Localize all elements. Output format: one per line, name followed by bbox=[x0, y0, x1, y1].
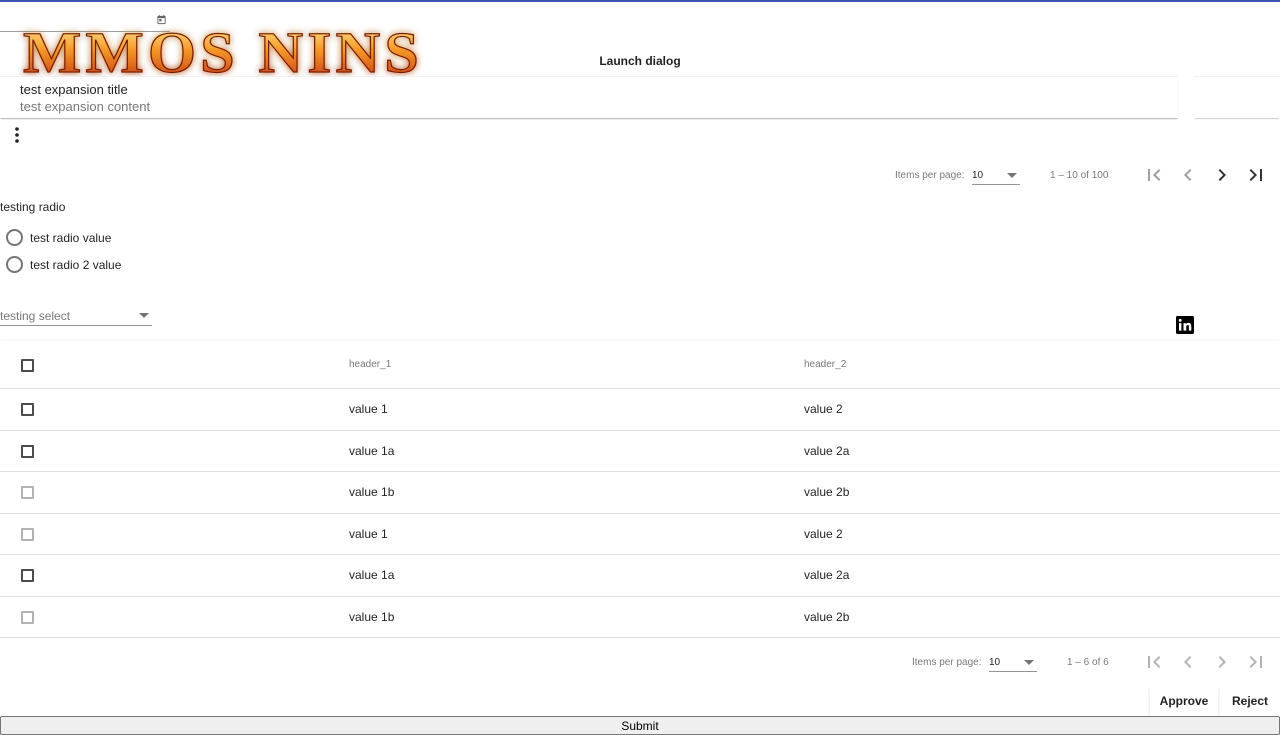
table-cell: value 2b bbox=[804, 609, 850, 624]
table-row[interactable]: value 1a value 2a bbox=[0, 555, 1280, 597]
table-cell: value 2a bbox=[804, 443, 850, 458]
chevron-left-icon[interactable] bbox=[1176, 650, 1200, 674]
page-size-value: 10 bbox=[972, 170, 984, 181]
table-cell: value 1a bbox=[349, 443, 395, 458]
submit-button[interactable]: Submit bbox=[0, 716, 1280, 735]
radio-button[interactable] bbox=[6, 229, 23, 246]
table-cell: value 1 bbox=[349, 402, 388, 416]
table-row[interactable]: value 1a value 2a bbox=[0, 431, 1280, 472]
column-header[interactable]: header_2 bbox=[804, 359, 846, 370]
logo: MMOS NINS bbox=[22, 20, 423, 80]
radio-option[interactable]: test radio value bbox=[6, 228, 206, 248]
row-checkbox[interactable] bbox=[21, 527, 34, 541]
expansion-panel[interactable]: test expansion title test expansion cont… bbox=[0, 76, 1178, 118]
svg-text:MMOS NINS: MMOS NINS bbox=[23, 20, 423, 80]
side-panel bbox=[1194, 76, 1280, 118]
column-header[interactable]: header_1 bbox=[349, 359, 391, 370]
linkedin-icon[interactable] bbox=[1176, 316, 1194, 334]
more-vert-icon[interactable] bbox=[10, 126, 24, 144]
table-row[interactable]: value 1b value 2b bbox=[0, 597, 1280, 638]
table-cell: value 2b bbox=[804, 485, 850, 499]
radio-group-label: testing radio bbox=[0, 200, 66, 214]
chevron-left-icon[interactable] bbox=[1176, 163, 1200, 187]
radio-option[interactable]: test radio 2 value bbox=[6, 255, 206, 275]
table-row[interactable]: value 1 value 2 bbox=[0, 389, 1280, 431]
approve-button[interactable]: Approve bbox=[1150, 686, 1218, 716]
data-table: header_1 header_2 value 1 value 2 value … bbox=[0, 341, 1280, 638]
row-checkbox[interactable] bbox=[21, 444, 34, 458]
page-size-select[interactable]: 10 bbox=[989, 650, 1037, 672]
reject-button[interactable]: Reject bbox=[1224, 686, 1276, 716]
items-per-page-label: Items per page: bbox=[895, 170, 965, 181]
table-cell: value 1b bbox=[349, 609, 395, 624]
last-page-icon[interactable] bbox=[1244, 163, 1268, 187]
range-label: 1 – 10 of 100 bbox=[1050, 170, 1109, 181]
select-placeholder: testing select bbox=[0, 309, 71, 323]
row-checkbox[interactable] bbox=[21, 403, 34, 416]
page-size-value: 10 bbox=[989, 657, 1001, 668]
dropdown-arrow-icon bbox=[1007, 173, 1017, 178]
first-page-icon[interactable] bbox=[1142, 163, 1166, 187]
table-header-row: header_1 header_2 bbox=[0, 341, 1280, 389]
dropdown-arrow-icon bbox=[1024, 660, 1034, 665]
table-cell: value 1a bbox=[349, 568, 395, 582]
row-checkbox[interactable] bbox=[21, 486, 34, 499]
chevron-right-icon[interactable] bbox=[1210, 163, 1234, 187]
radio-button[interactable] bbox=[6, 256, 23, 273]
expansion-title: test expansion title bbox=[20, 82, 128, 97]
testing-select[interactable]: testing select bbox=[0, 306, 152, 326]
table-row[interactable]: value 1b value 2b bbox=[0, 472, 1280, 514]
table-cell: value 1 bbox=[349, 526, 388, 541]
select-all-checkbox[interactable] bbox=[21, 359, 34, 372]
top-accent-line bbox=[0, 0, 1280, 2]
row-checkbox[interactable] bbox=[21, 569, 34, 582]
chevron-right-icon[interactable] bbox=[1210, 650, 1234, 674]
radio-option-label: test radio value bbox=[30, 231, 112, 245]
dropdown-arrow-icon bbox=[139, 313, 149, 318]
range-label: 1 – 6 of 6 bbox=[1067, 657, 1109, 668]
radio-option-label: test radio 2 value bbox=[30, 258, 122, 272]
launch-dialog-button[interactable]: Launch dialog bbox=[580, 50, 700, 72]
paginator-bottom: Items per page: 10 1 – 6 of 6 bbox=[912, 647, 1280, 677]
paginator-top: Items per page: 10 1 – 10 of 100 bbox=[895, 160, 1280, 190]
table-cell: value 2a bbox=[804, 568, 850, 582]
items-per-page-label: Items per page: bbox=[912, 657, 982, 668]
row-checkbox[interactable] bbox=[21, 610, 34, 624]
page-size-select[interactable]: 10 bbox=[972, 163, 1020, 185]
expansion-content: test expansion content bbox=[20, 99, 151, 114]
first-page-icon[interactable] bbox=[1142, 650, 1166, 674]
table-row[interactable]: value 1 value 2 bbox=[0, 514, 1280, 555]
table-cell: value 2 bbox=[804, 526, 843, 541]
table-cell: value 2 bbox=[804, 402, 843, 416]
table-cell: value 1b bbox=[349, 485, 395, 499]
last-page-icon[interactable] bbox=[1244, 650, 1268, 674]
